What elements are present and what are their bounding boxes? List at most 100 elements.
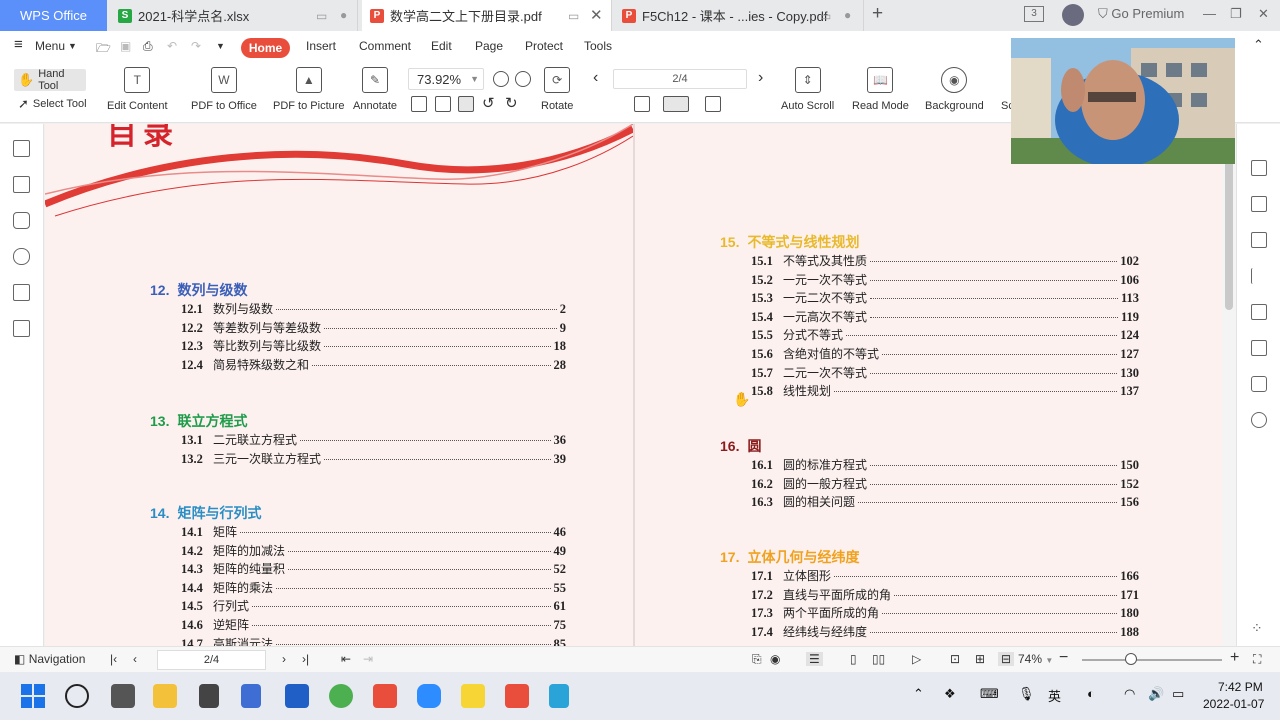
chevron-down-icon[interactable]: ▼ (68, 41, 77, 51)
tab-pdf-2[interactable]: P F5Ch12 - 课本 - ...ies - Copy.pdf ▭ ● (614, 0, 864, 31)
pdf-to-office-button[interactable]: W PDF to Office (191, 67, 257, 112)
toc-entry[interactable]: 14.4 矩阵的乘法 55 (181, 579, 566, 596)
zoom-slider-track[interactable] (1082, 659, 1222, 661)
prev-page-icon[interactable]: ‹ (593, 69, 598, 87)
stamp-icon[interactable] (1251, 376, 1267, 392)
close-icon[interactable]: ✕ (590, 6, 603, 24)
annotate-button[interactable]: ✎ Annotate (353, 67, 397, 112)
tray-chevron-icon[interactable]: ⌃ (913, 686, 924, 702)
fit-width-icon[interactable] (458, 96, 474, 112)
zoom-out-icon[interactable] (493, 71, 509, 87)
redo-icon[interactable]: ↷ (191, 39, 201, 53)
start-icon[interactable] (21, 684, 45, 708)
play-icon[interactable]: ▷ (912, 652, 921, 666)
continuous-view-icon[interactable]: ☰ (806, 652, 823, 666)
zoom-app-icon[interactable] (417, 684, 441, 708)
export-page-icon[interactable]: ⎘ (752, 652, 762, 667)
edit-content-button[interactable]: T Edit Content (107, 67, 168, 112)
collapse-ribbon-icon[interactable]: ⌃ (1253, 37, 1264, 53)
battery-icon[interactable]: ▭ (1172, 686, 1184, 702)
toc-section-title[interactable]: 17. 立体几何与经纬度 (720, 547, 859, 567)
toc-entry[interactable]: 15.6 含绝对值的不等式 127 (751, 345, 1139, 362)
navigation-button[interactable]: ◧ Navigation (14, 652, 85, 666)
new-tab-button[interactable]: + (872, 3, 883, 25)
tab-tools[interactable]: Tools (584, 39, 612, 53)
toc-entry[interactable]: 13.2 三元一次联立方程式 39 (181, 450, 566, 467)
continuous-icon[interactable] (705, 96, 721, 112)
clock-date[interactable]: 2022-01-07 (1203, 697, 1264, 711)
toc-entry[interactable]: 14.2 矩阵的加减法 49 (181, 542, 566, 559)
file-explorer-icon[interactable] (153, 684, 177, 708)
status-page-input[interactable]: 2/4 (157, 650, 266, 670)
fit-page-icon[interactable] (435, 96, 451, 112)
tab-count-badge[interactable]: 3 (1024, 6, 1044, 22)
form-icon[interactable] (1251, 304, 1267, 320)
pdf-to-picture-button[interactable]: ▲ PDF to Picture (273, 67, 345, 112)
toc-entry[interactable]: 12.4 简易特殊级数之和 28 (181, 356, 566, 373)
properties-icon[interactable] (1251, 268, 1267, 284)
prev-page-icon[interactable]: ‹ (133, 652, 137, 666)
print-icon[interactable] (1251, 340, 1267, 356)
toc-entry[interactable]: 14.7 高斯消元法 85 (181, 635, 566, 646)
window-icon[interactable]: ▭ (568, 9, 579, 23)
edit-file-icon[interactable] (1251, 160, 1267, 176)
undo-icon[interactable]: ↶ (167, 39, 177, 53)
tab-edit[interactable]: Edit (431, 39, 452, 53)
chrome-icon[interactable] (329, 684, 353, 708)
back-icon[interactable]: ⇤ (341, 652, 351, 666)
two-page-icon[interactable]: ▯▯ (872, 652, 885, 666)
toc-entry[interactable]: 15.1 不等式及其性质 102 (751, 252, 1139, 269)
avatar[interactable] (1062, 4, 1084, 26)
thumbnail-icon[interactable] (13, 176, 30, 193)
toc-entry[interactable]: 14.6 逆矩阵 75 (181, 616, 566, 633)
toc-entry[interactable]: 15.3 一元二次不等式 113 (751, 289, 1139, 306)
rotate-button[interactable]: ⟳ Rotate (541, 67, 573, 112)
tab-page[interactable]: Page (475, 39, 503, 53)
dot-icon[interactable]: ● (340, 8, 347, 22)
fit-page-icon[interactable]: ⊞ (975, 652, 985, 666)
tab-pdf-active[interactable]: P 数学高二文上下册目录.pdf ▭ ✕ (362, 0, 612, 31)
attachment-icon[interactable] (13, 248, 30, 265)
signature-icon[interactable] (13, 284, 30, 301)
close-window-icon[interactable]: ✕ (1258, 6, 1269, 22)
actual-size-icon[interactable]: ⊡ (950, 652, 960, 666)
zoom-in-icon[interactable]: + (1230, 649, 1239, 667)
two-page-icon[interactable] (663, 96, 689, 112)
dot-icon[interactable]: ● (844, 8, 851, 22)
tab-xlsx[interactable]: S 2021-科学点名.xlsx ▭ ● (110, 0, 358, 31)
single-page-icon[interactable] (634, 96, 650, 112)
fit-width-icon[interactable]: ⊟ (998, 652, 1015, 666)
rotate-right-icon[interactable]: ↻ (505, 94, 518, 112)
toc-section-title[interactable]: 14. 矩阵与行列式 (150, 503, 261, 523)
toc-entry[interactable]: 12.3 等比数列与等比级数 18 (181, 337, 566, 354)
bookmark-icon[interactable] (13, 140, 30, 157)
first-page-icon[interactable]: |‹ (110, 652, 117, 666)
page-number-input[interactable]: 2/4 (613, 69, 747, 89)
tab-insert[interactable]: Insert (306, 39, 336, 53)
toc-entry[interactable]: 14.3 矩阵的纯量积 52 (181, 560, 566, 577)
toc-entry[interactable]: 16.2 圆的一般方程式 152 (751, 475, 1139, 492)
toc-entry[interactable]: 14.5 行列式 61 (181, 597, 566, 614)
image-icon[interactable] (13, 320, 30, 337)
restore-icon[interactable]: ❐ (1230, 6, 1242, 22)
customize-icon[interactable]: ▼ (216, 41, 225, 51)
read-mode-button[interactable]: 📖 Read Mode (852, 67, 909, 112)
zoom-out-icon[interactable]: − (1059, 649, 1068, 667)
menu-button[interactable]: Menu (35, 39, 65, 53)
comment-icon[interactable] (13, 212, 30, 229)
export-icon[interactable] (1251, 232, 1267, 248)
document-view[interactable]: 目录 12. 数列与级数 12.1 数列与级数 2 12.2 等差数列与等差级数 9 12.3 等… (45, 124, 1222, 646)
app-tray-icon[interactable]: ◐ (1087, 686, 1095, 701)
tab-home[interactable]: Home (241, 38, 290, 58)
ime-indicator[interactable]: 英 (1048, 686, 1061, 705)
toc-entry[interactable]: 14.1 矩阵 46 (181, 523, 566, 540)
toc-entry[interactable]: 15.5 分式不等式 124 (751, 326, 1139, 343)
toc-entry[interactable]: 16.3 圆的相关问题 156 (751, 493, 1139, 510)
clock-time[interactable]: 7:42 PM (1218, 680, 1263, 694)
notepad-blue-icon[interactable] (549, 684, 569, 708)
print-icon[interactable]: ⎙ (143, 39, 153, 54)
single-page-icon[interactable]: ▯ (850, 652, 857, 666)
hamburger-icon[interactable]: ≡ (14, 36, 23, 53)
toc-section-title[interactable]: 12. 数列与级数 (150, 280, 247, 300)
toc-section-title[interactable]: 15. 不等式与线性规划 (720, 232, 859, 252)
